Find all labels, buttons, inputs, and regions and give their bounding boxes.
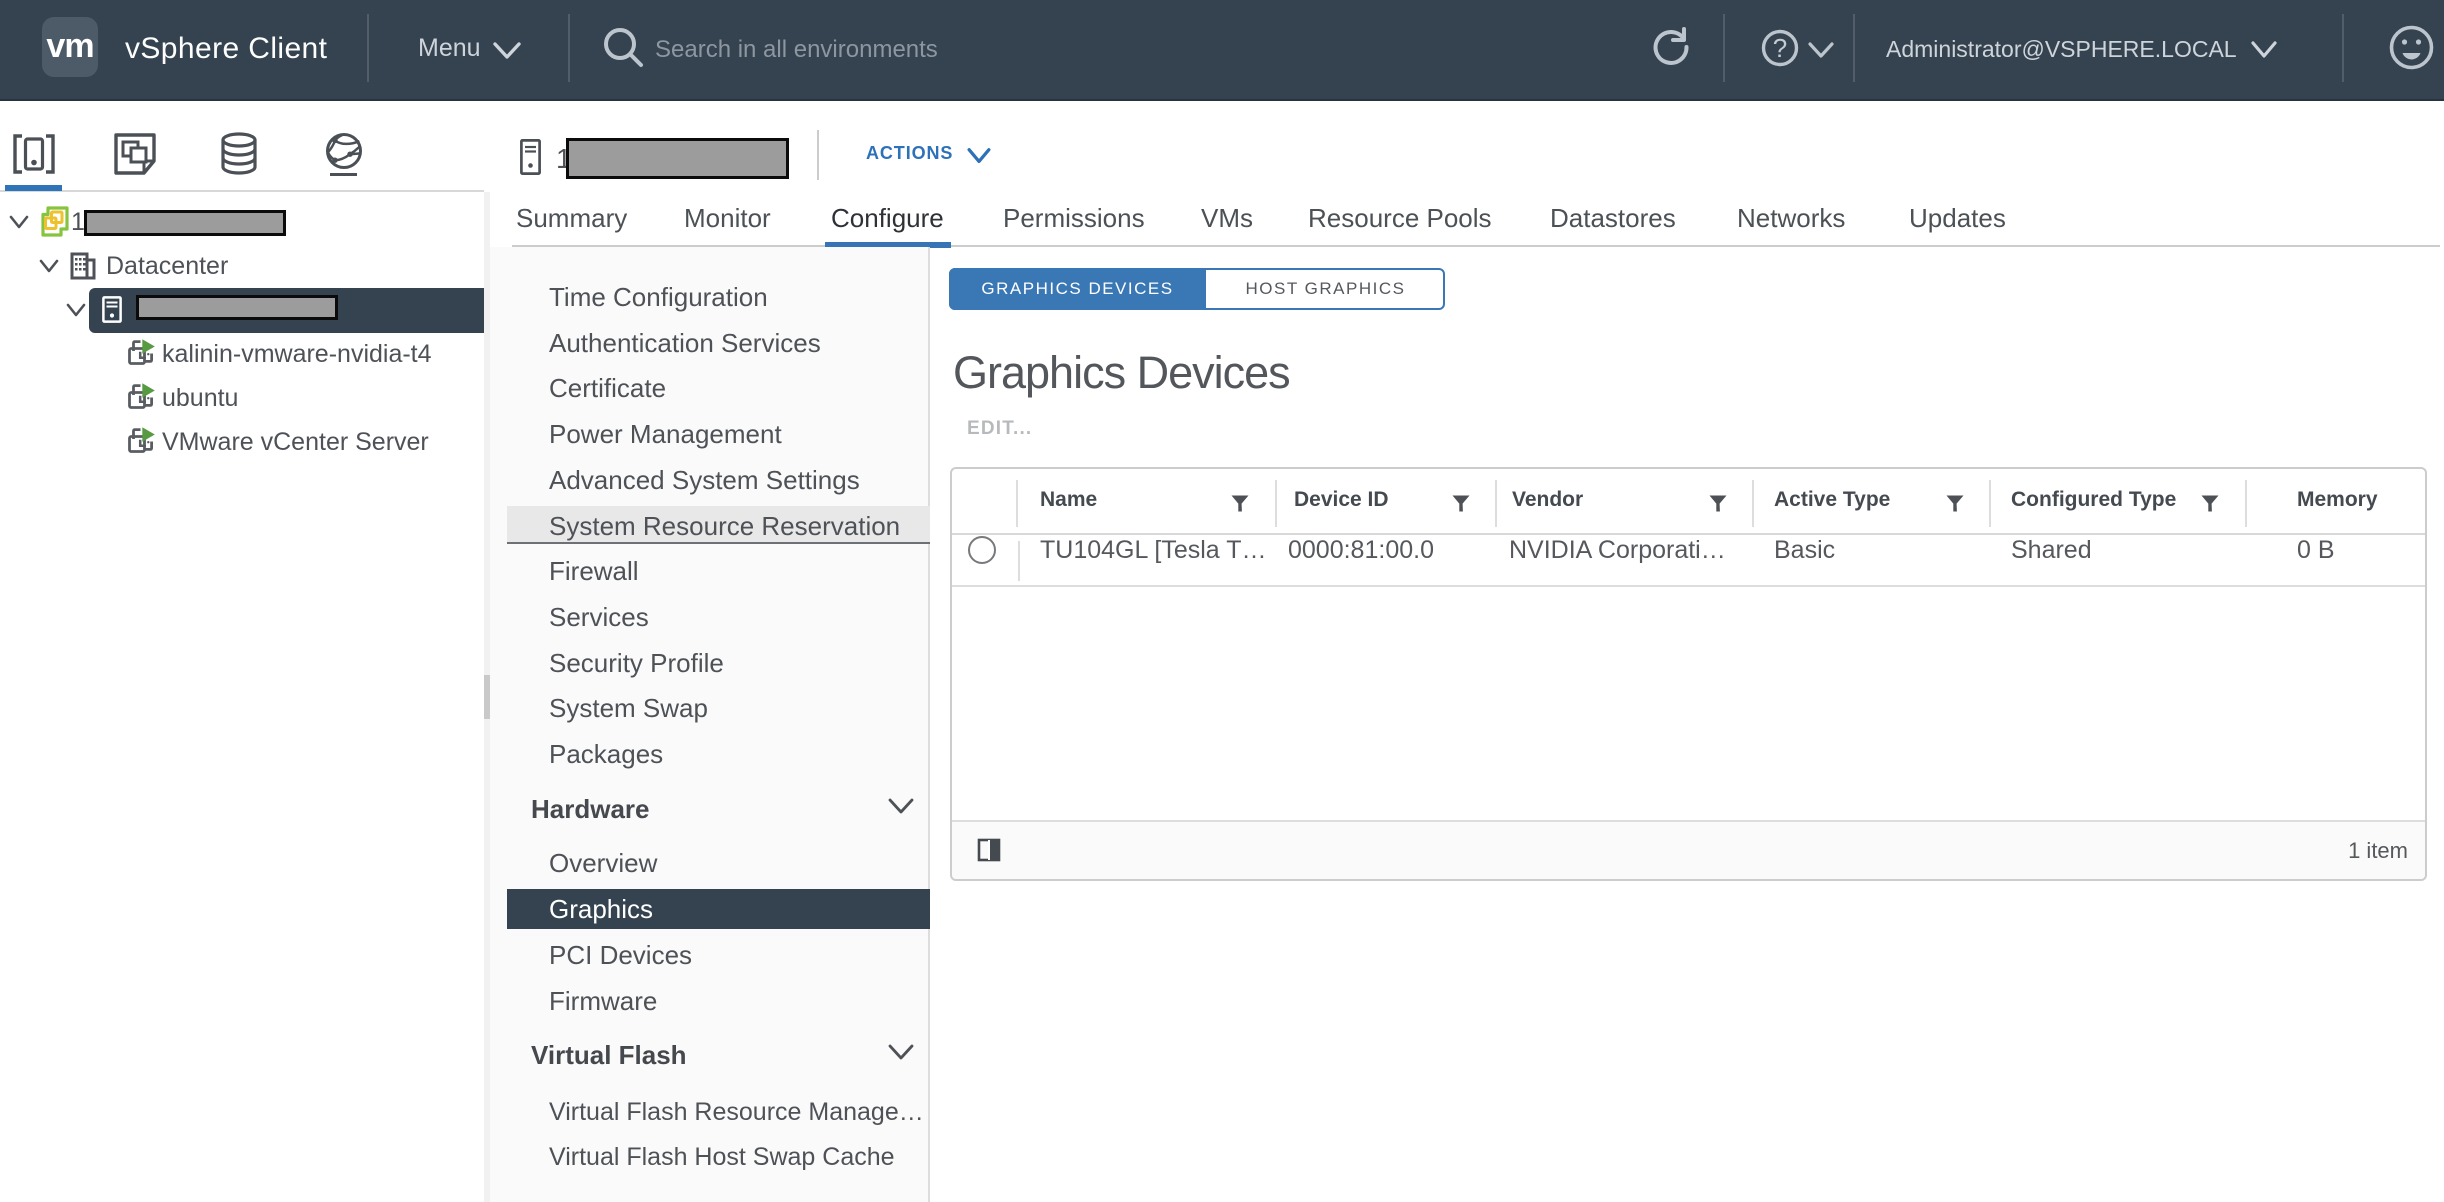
svg-text:?: ?	[1773, 33, 1787, 63]
